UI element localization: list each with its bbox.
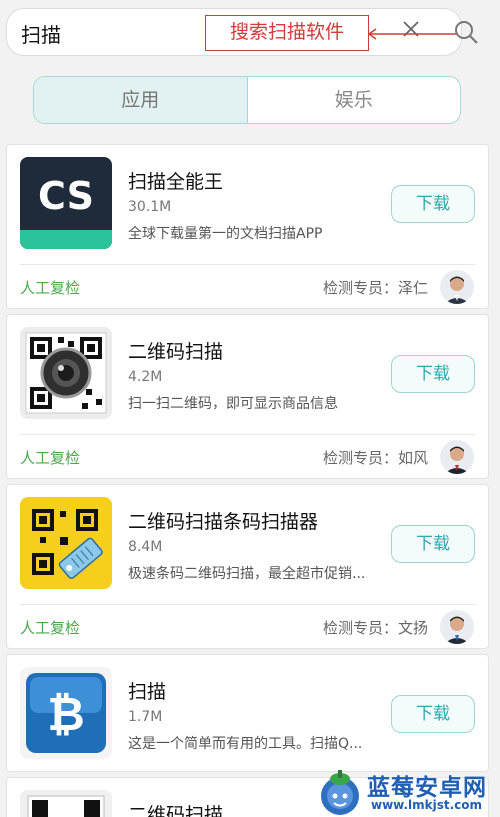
bitcoin-icon[interactable]: ₿	[20, 667, 112, 759]
camscanner-icon[interactable]: CS	[20, 157, 112, 249]
app-description: 扫一扫二维码，即可显示商品信息	[128, 396, 338, 412]
app-name: 扫描	[128, 681, 167, 703]
app-name: 扫描全能王	[128, 171, 224, 193]
svg-text:CS: CS	[38, 174, 94, 218]
download-button[interactable]: 下载	[391, 355, 475, 393]
avatar	[440, 440, 474, 474]
svg-text:₿: ₿	[47, 687, 85, 741]
app-card[interactable]: CS 扫描全能王 30.1M 全球下载量第一的文档扫描APP 下载 人工复检 检…	[6, 144, 489, 309]
category-tabs: 应用 娱乐	[33, 76, 461, 124]
download-button[interactable]: 下载	[391, 695, 475, 733]
verified-label: 人工复检	[20, 619, 81, 637]
app-description: 全球下载量第一的文档扫描APP	[128, 226, 323, 242]
tab-entertainment[interactable]: 娱乐	[248, 77, 461, 123]
verified-label: 人工复检	[20, 279, 81, 297]
search-icon[interactable]	[452, 18, 480, 46]
search-query[interactable]: 扫描	[21, 19, 61, 48]
inspector-label: 检测专员：如风	[322, 449, 428, 467]
avatar	[440, 270, 474, 304]
annotation-label: 搜索扫描软件	[205, 15, 369, 51]
app-name: 二维码扫描条码扫描器	[128, 511, 319, 533]
blueberry-logo-icon	[321, 770, 359, 815]
divider	[20, 264, 475, 265]
inspector-label: 检测专员：文扬	[322, 619, 428, 637]
divider	[20, 604, 475, 605]
app-description: 极速条码二维码扫描，最全超市促销...	[128, 566, 366, 582]
divider	[20, 434, 475, 435]
download-button[interactable]: 下载	[391, 525, 475, 563]
watermark: 蓝莓安卓网 www.lmkjst.com	[315, 766, 500, 817]
inspector-label: 检测专员：泽仁	[322, 279, 428, 297]
qr-lens-icon[interactable]	[20, 327, 112, 419]
app-size: 30.1M	[128, 199, 172, 215]
verified-label: 人工复检	[20, 449, 81, 467]
watermark-title: 蓝莓安卓网	[367, 775, 487, 801]
watermark-url: www.lmkjst.com	[371, 798, 483, 812]
qr-tag-icon[interactable]	[20, 497, 112, 589]
app-card[interactable]: ₿ 扫描 1.7M 这是一个简单而有用的工具。扫描Q... 下载	[6, 654, 489, 772]
app-size: 4.2M	[128, 369, 163, 385]
app-name: 二维码扫描	[128, 804, 224, 817]
avatar	[440, 610, 474, 644]
qr-icon[interactable]	[20, 790, 112, 817]
download-button[interactable]: 下载	[391, 185, 475, 223]
top-bar: 扫描 搜索扫描软件	[0, 0, 500, 66]
app-description: 这是一个简单而有用的工具。扫描Q...	[128, 736, 363, 752]
annotation-arrow-icon	[367, 28, 458, 40]
app-card[interactable]: 二维码扫描条码扫描器 8.4M 极速条码二维码扫描，最全超市促销... 下载 人…	[6, 484, 489, 649]
tab-apps[interactable]: 应用	[34, 77, 248, 123]
app-size: 8.4M	[128, 539, 163, 555]
app-card[interactable]: 二维码扫描 4.2M 扫一扫二维码，即可显示商品信息 下载 人工复检 检测专员：…	[6, 314, 489, 479]
app-name: 二维码扫描	[128, 341, 224, 363]
app-size: 1.7M	[128, 709, 163, 725]
